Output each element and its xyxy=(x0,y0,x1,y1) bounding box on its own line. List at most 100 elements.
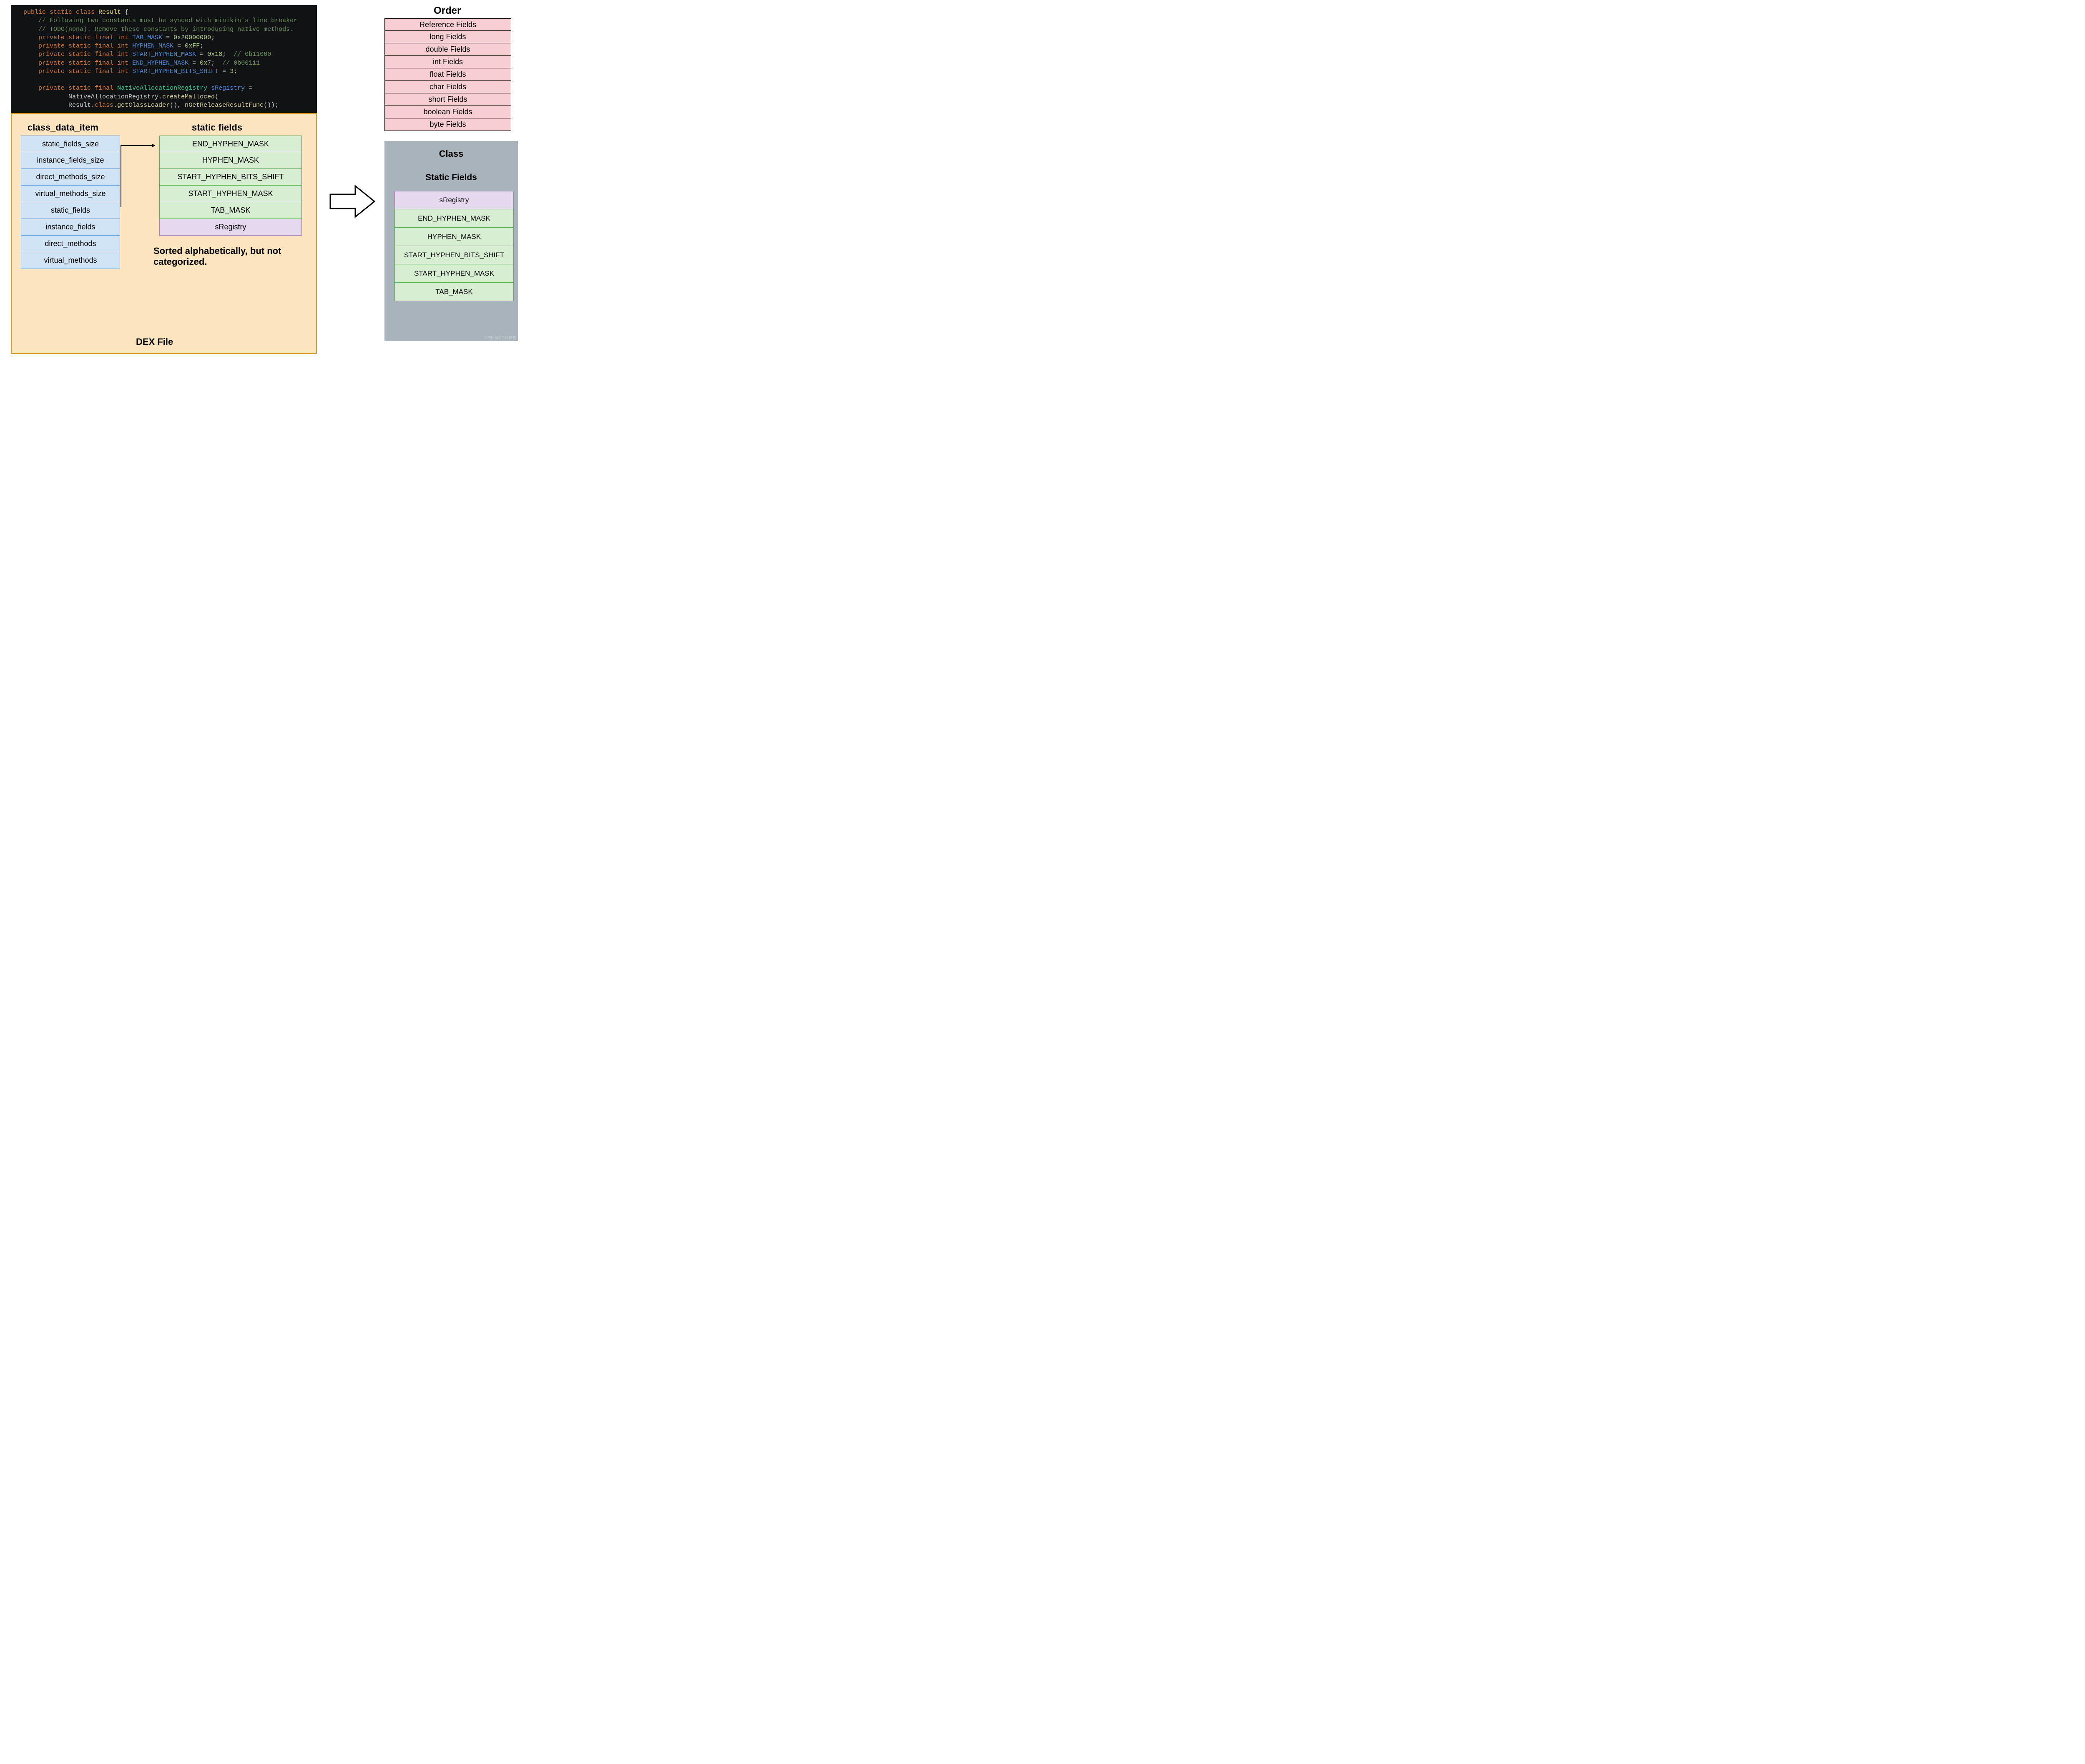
code-token: private xyxy=(38,68,65,75)
code-token xyxy=(207,85,211,92)
code-token xyxy=(65,60,68,67)
code-token: static xyxy=(50,9,72,16)
code-token xyxy=(23,68,38,75)
code-token: final xyxy=(95,68,113,75)
code-token: int xyxy=(117,51,128,58)
code-token: HYPHEN_MASK xyxy=(132,43,173,50)
code-token: // TODO(nona): Remove these constants by… xyxy=(38,26,294,33)
code-token: int xyxy=(117,34,128,41)
code-token: final xyxy=(95,51,113,58)
big-arrow-icon xyxy=(329,185,375,218)
code-token xyxy=(91,43,95,50)
code-token: END_HYPHEN_MASK xyxy=(132,60,188,67)
order-cell: float Fields xyxy=(384,68,511,81)
code-token: int xyxy=(117,43,128,50)
code-token: final xyxy=(95,85,113,92)
code-token: Result xyxy=(98,9,121,16)
code-token: final xyxy=(95,34,113,41)
code-token: START_HYPHEN_BITS_SHIFT xyxy=(132,68,219,75)
code-token: TAB_MASK xyxy=(132,34,162,41)
class-data-cell: direct_methods_size xyxy=(21,169,120,186)
code-token: = xyxy=(245,85,252,92)
code-token: static xyxy=(68,51,91,58)
class-static-fields-list: sRegistryEND_HYPHEN_MASKHYPHEN_MASKSTART… xyxy=(394,191,514,301)
code-token xyxy=(65,34,68,41)
code-token: public xyxy=(23,9,46,16)
code-token xyxy=(91,68,95,75)
code-token: private xyxy=(38,85,65,92)
diagram-root: public static class Result { // Followin… xyxy=(5,5,522,358)
code-token: static xyxy=(68,43,91,50)
code-token: 0x7 xyxy=(200,60,211,67)
code-token: = xyxy=(219,68,230,75)
code-token: NativeAllocationRegistry xyxy=(117,85,207,92)
code-token: final xyxy=(95,60,113,67)
code-token: sRegistry xyxy=(211,85,245,92)
code-token: Result. xyxy=(23,102,95,109)
code-token xyxy=(91,34,95,41)
class-data-cell: virtual_methods_size xyxy=(21,186,120,202)
code-token: createMalloced xyxy=(162,93,215,101)
code-token xyxy=(128,34,132,41)
static-field-cell: HYPHEN_MASK xyxy=(159,152,302,169)
class-data-cell: instance_fields xyxy=(21,219,120,236)
static-field-cell: START_HYPHEN_BITS_SHIFT xyxy=(159,169,302,186)
order-cell: int Fields xyxy=(384,56,511,68)
code-token: private xyxy=(38,60,65,67)
code-token: NativeAllocationRegistry. xyxy=(23,93,162,101)
order-cell: Reference Fields xyxy=(384,18,511,31)
class-data-cell: virtual_methods xyxy=(21,252,120,269)
code-token: ()); xyxy=(264,102,279,109)
code-token: class xyxy=(76,9,95,16)
class-data-item-list: static_fields_sizeinstance_fields_sizedi… xyxy=(21,136,120,269)
code-token: 0x18 xyxy=(207,51,222,58)
code-token xyxy=(128,51,132,58)
code-token: = xyxy=(196,51,207,58)
class-field-cell: sRegistry xyxy=(394,191,514,209)
static-fields-list: END_HYPHEN_MASKHYPHEN_MASKSTART_HYPHEN_B… xyxy=(159,136,302,236)
code-token: private xyxy=(38,51,65,58)
code-token xyxy=(23,26,38,33)
code-token: static xyxy=(68,85,91,92)
code-token: nGetReleaseResultFunc xyxy=(185,102,264,109)
code-token xyxy=(113,68,117,75)
code-token xyxy=(128,43,132,50)
code-token: ; xyxy=(222,51,234,58)
code-snippet: public static class Result { // Followin… xyxy=(11,5,317,114)
code-token xyxy=(23,34,38,41)
code-token xyxy=(23,60,38,67)
code-token: 0x20000000 xyxy=(173,34,211,41)
class-field-cell: END_HYPHEN_MASK xyxy=(394,209,514,228)
code-token: . xyxy=(113,102,117,109)
watermark-text: 版权所有©千锋教育 xyxy=(483,335,516,340)
code-token: static xyxy=(68,68,91,75)
order-cell: long Fields xyxy=(384,31,511,43)
code-token: = xyxy=(162,34,173,41)
class-data-item-title: class_data_item xyxy=(28,122,98,133)
code-token: static xyxy=(68,34,91,41)
order-title: Order xyxy=(434,5,461,17)
class-title: Class xyxy=(384,148,518,159)
class-data-cell: instance_fields_size xyxy=(21,152,120,169)
code-token xyxy=(23,17,38,24)
code-token: ; xyxy=(200,43,203,50)
code-token: class xyxy=(95,102,113,109)
arrow-icon xyxy=(120,144,160,209)
code-token xyxy=(95,9,98,16)
order-cell: short Fields xyxy=(384,93,511,106)
code-token xyxy=(113,60,117,67)
order-cell: char Fields xyxy=(384,81,511,93)
code-token xyxy=(23,85,38,92)
class-field-cell: START_HYPHEN_MASK xyxy=(394,264,514,283)
static-field-cell: sRegistry xyxy=(159,219,302,236)
code-token: int xyxy=(117,60,128,67)
class-field-cell: START_HYPHEN_BITS_SHIFT xyxy=(394,246,514,264)
code-token: private xyxy=(38,34,65,41)
order-cell: byte Fields xyxy=(384,118,511,131)
code-token: // 0b11000 xyxy=(234,51,271,58)
code-token: // 0b00111 xyxy=(222,60,260,67)
static-fields-title: static fields xyxy=(192,122,242,133)
code-token: final xyxy=(95,43,113,50)
code-token xyxy=(23,76,27,83)
code-token: getClassLoader xyxy=(117,102,170,109)
